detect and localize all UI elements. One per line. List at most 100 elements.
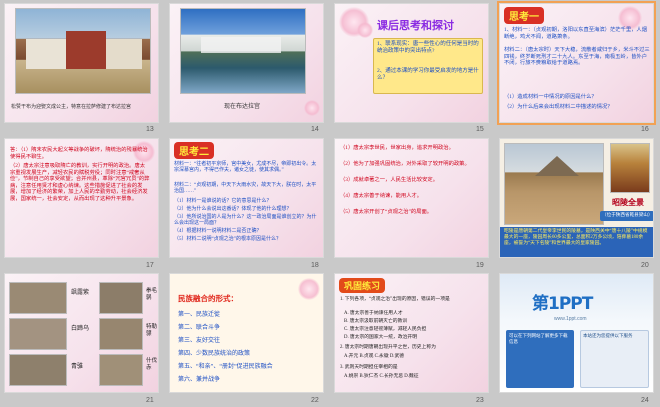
horse-relief-4 — [99, 318, 143, 350]
horse-label-2: 拳毛䯄 — [146, 288, 158, 301]
horse-label-1: 飒露紫 — [71, 290, 90, 296]
emperor-portrait — [610, 143, 650, 193]
slide-16-question-1: （1）造成材料一中情况的原因是什么？ — [504, 94, 597, 100]
slide-22-item-2: 第二、联合斗争 — [178, 325, 221, 331]
material1-text: “往者初平京师，宫中美女，尤成不尽，帝即初出令。太宗深慕宫内，不得已作夫，诸女之… — [174, 162, 317, 174]
slide-13-number: 13 — [146, 126, 154, 133]
slide-23-title: 巩固练习 — [339, 278, 386, 293]
potala-palace-photo — [15, 8, 151, 94]
slide-18-question-5: （5）材料二说明“贞观之治”的根本原因是什么？ — [174, 237, 281, 242]
material1-label: 材料一： — [174, 162, 195, 167]
slide-13[interactable]: 松赞干布为迎娶文成公主，特意在拉萨修建了布达拉宫 — [4, 3, 159, 123]
slide-16-material1: 1、材料一：（贞观初期，洛阳以东直至海滨）茫茫千里，人烟断绝，鸡犬不闻，道路萧条… — [504, 27, 650, 40]
horse-relief-2 — [99, 282, 143, 314]
slide-19-line-1: （1）唐太宗李世民，世家出身，追求开明政治。 — [340, 145, 454, 151]
slide-19[interactable]: （1）唐太宗李世民，世家出身，追求开明政治。 （2）他为了加强巩固统治，对外采取… — [334, 138, 489, 258]
slide-19-line-3: （3）成就卓著之一，人民生活比较安定。 — [340, 177, 438, 183]
blossom-decoration — [304, 100, 320, 116]
slide-14[interactable]: 现在布达拉宫 — [169, 3, 324, 123]
ppt-logo: 第1PPT — [532, 294, 593, 314]
horse-relief-3 — [9, 318, 67, 350]
slide-16-number: 16 — [641, 126, 649, 133]
palace-white-wing — [26, 39, 66, 69]
slide-20-name-label: 昭陵全景 — [612, 197, 644, 207]
slide-23-option-a: A. 唐太宗善于纳谏任用人才 — [344, 311, 403, 316]
material2-label: 材料二： — [174, 183, 195, 188]
slide-23-option-b: B. 唐太宗汲取前朝灭亡的教训 — [344, 319, 408, 324]
slide-17[interactable]: 答：（1）隋末农民大起义等战争的破坏，隋统治的残暴统治使得民不聊生。 （2）唐太… — [4, 138, 159, 258]
material1-label: 1、材料一： — [504, 27, 534, 33]
slide-15-title: 课后思考和探讨 — [377, 20, 454, 32]
slide-21-number: 21 — [146, 397, 154, 404]
slide-19-line-5: （5）唐太宗开创了“贞观之治”的局面。 — [340, 209, 433, 215]
slide-22-item-3: 第三、友好交往 — [178, 338, 221, 344]
slide-23-number: 23 — [476, 397, 484, 404]
slide-18-material1: 材料一：“往者初平京师，宫中美女，尤成不尽，帝即初出令。太宗深慕宫内，不得已作夫… — [174, 162, 320, 175]
slide-13-caption: 松赞干布为迎娶文成公主，特意在拉萨修建了布达拉宫 — [11, 105, 132, 110]
slide-20[interactable]: 昭陵全景 （位于陕西省乾县梁山） 昭陵是唐朝第二代皇帝李世民的陵墓，是陕西关中“… — [499, 138, 654, 258]
slide-19-line-4: （4）唐太宗善于纳谏，能用人才。 — [340, 193, 423, 199]
slide-23-options-3: A.姚崇 B.狄仁杰 C.长孙无忌 D.魏征 — [344, 374, 419, 379]
horse-label-6: 什伐赤 — [146, 358, 158, 371]
slide-20-location: （位于陕西省乾县梁山） — [602, 212, 653, 217]
slide-15-question-1: 1、联系现实：唐一些性心的任何是当时的统治政策中的突出特点? — [377, 41, 479, 54]
slide-sorter-grid: 松赞干布为迎娶文成公主，特意在拉萨修建了布达拉宫 13 现在布达拉宫 14 课后… — [0, 0, 660, 407]
slide-22-number: 22 — [311, 397, 319, 404]
slide-23-question-3: 3. 武则天时期担任宰相的是 — [340, 365, 398, 370]
ppt-logo-url: www.1ppt.com — [554, 316, 587, 322]
blossom-decoration — [298, 278, 320, 300]
slide-18-material2: 材料二：“贞观初期，中天下大雨水灾，故天下大，朕在时，太平治国……” — [174, 183, 320, 196]
horse-label-5: 青骓 — [71, 364, 84, 370]
zhaoling-panorama-photo — [504, 143, 604, 225]
slide-19-number: 19 — [476, 262, 484, 269]
right-info-panel — [580, 330, 649, 388]
slide-19-line-2: （2）他为了加强巩固统治，对外采取了较开明的政策。 — [340, 161, 470, 167]
slide-23-options-2: A.开元 B.贞观 C.永徽 D.武德 — [344, 354, 405, 359]
slide-22-title: 民族融合的形式： — [178, 294, 238, 303]
left-info-text: 可以在下列网站了解更多下载信息 — [509, 333, 568, 344]
slide-14-number: 14 — [311, 126, 319, 133]
slide-16-material2: 材料二：（唐太宗时）天下大稳，流散者咸归于乡，米斗不过三四钱，终岁断死刑才二十九… — [504, 47, 650, 67]
slide-22[interactable]: 民族融合的形式： 第一、民族迁徙 第二、联合斗争 第三、友好交往 第四、少数民族… — [169, 273, 324, 393]
horse-relief-5 — [9, 354, 67, 386]
slide-24[interactable]: 第1PPT www.1ppt.com 可以在下列网站了解更多下载信息 本站还为您… — [499, 273, 654, 393]
palace-red-wing — [66, 31, 106, 69]
right-info-text: 本站还为您提供以下服务 — [583, 333, 633, 338]
horse-relief-6 — [99, 354, 143, 386]
slide-16[interactable]: 思考一 1、材料一：（贞观初期，洛阳以东直至海滨）茫茫千里，人烟断绝，鸡犬不闻，… — [497, 1, 656, 125]
slide-16-question-2: （2）为什么后来会出现材料二中描述的情况？ — [504, 104, 613, 110]
slide-21[interactable]: 飒露紫 拳毛䯄 白蹄乌 特勒骠 青骓 什伐赤 — [4, 273, 159, 393]
potala-today-photo — [180, 8, 306, 94]
slide-14-caption: 现在布达拉宫 — [224, 104, 261, 110]
slide-15[interactable]: 课后思考和探讨 1、联系现实：唐一些性心的任何是当时的统治政策中的突出特点? 2… — [334, 3, 489, 123]
slide-22-item-4: 第四、少数民族统治的政策 — [178, 351, 251, 357]
slide-18-title: 思考二 — [174, 142, 214, 159]
slide-22-item-5: 第五、“和亲”、“册封”促进民族融合 — [178, 364, 273, 370]
blossom-decoration — [357, 22, 373, 38]
slide-23[interactable]: 巩固练习 1. 下列各项，“贞观之治”出现的原因，错误的一项是 A. 唐太宗善于… — [334, 273, 489, 393]
slide-22-item-1: 第一、民族迁徙 — [178, 312, 221, 318]
slide-16-title: 思考一 — [504, 7, 544, 24]
slide-18-question-3: （3）他所说治国的人是为什么？这一政治局面是谁创立的？为什么会出现这一局面？ — [174, 215, 317, 227]
slide-18-question-2: （2）他为什么会说出这番话？体现了他的什么理想？ — [174, 207, 292, 212]
slide-17-number: 17 — [146, 262, 154, 269]
slide-18-question-4: （4）根据材料一说明材料二是否正确？ — [174, 229, 262, 234]
slide-23-question-2: 2. 唐太宗时期唐朝出现升平之世，历史上称为 — [340, 345, 436, 350]
material2-label: 材料二： — [504, 47, 526, 53]
palace-reflection — [201, 37, 281, 53]
slide-18[interactable]: 思考二 材料一：“往者初平京师，宫中美女，尤成不尽，帝即初出令。太宗深慕宫内，不… — [169, 138, 324, 258]
slide-20-description: 昭陵是唐朝第二代皇帝李世民的陵墓，是陕西关中“唐十八陵”中规模最大的一座，陵园周… — [504, 229, 648, 246]
slide-22-item-6: 第六、兼并战争 — [178, 377, 221, 383]
slide-15-question-2: 2、通过本课的学习你最受启发的地方是什么？ — [377, 68, 479, 81]
slide-17-answer-1: 答：（1）隋末农民大起义等战争的破坏，隋统治的残暴统治使得民不聊生。 — [10, 147, 148, 160]
horse-label-4: 特勒骠 — [146, 324, 158, 337]
material2-text: （唐太宗时）天下大稳，流散者咸归于乡，米斗不过三四钱，终岁断死刑才二十九人。东至… — [504, 47, 650, 67]
palace-white-wing-right — [106, 39, 142, 69]
slide-17-answer-2: （2）唐太宗注意吸取隋亡的教训，实行开明的政治。唐太宗重视发展生产，减轻农民的赋… — [10, 163, 150, 203]
horse-relief-1 — [9, 282, 67, 314]
slide-23-question-1: 1. 下列各项，“贞观之治”出现的原因，错误的一项是 — [340, 297, 450, 302]
slide-18-question-1: （1）材料一是谁说的话？它的意思是什么？ — [174, 199, 272, 204]
slide-23-option-d: D. 唐太宗的国家大一统，政治开明 — [344, 335, 418, 340]
slide-15-number: 15 — [476, 126, 484, 133]
slide-24-number: 24 — [641, 397, 649, 404]
